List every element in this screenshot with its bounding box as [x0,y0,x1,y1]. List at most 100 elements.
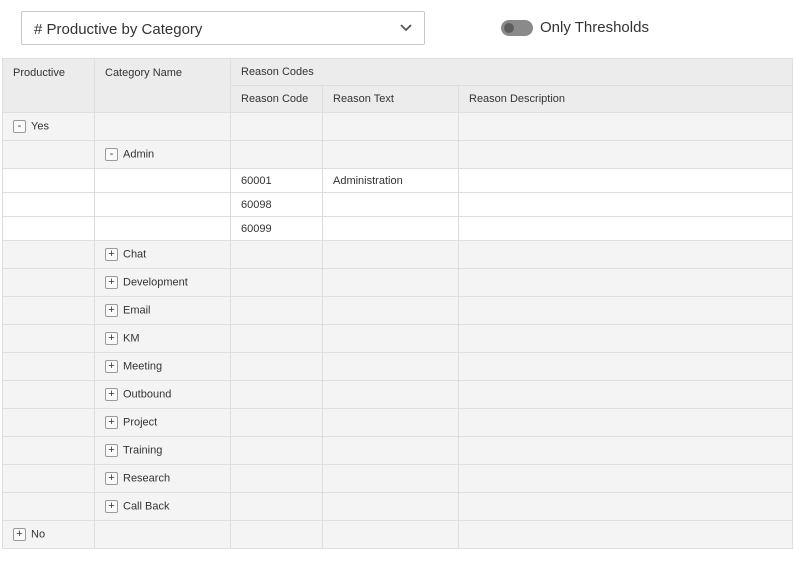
table-row[interactable]: 60099 [2,216,793,241]
empty-cell [458,352,793,381]
group-label: No [31,528,46,541]
expand-button[interactable]: + [105,416,118,429]
empty-cell [94,112,231,141]
table-row[interactable]: 60098 [2,192,793,217]
column-header-category-name[interactable]: Category Name [94,58,231,113]
category-cell: + Meeting [94,352,231,381]
expand-button[interactable]: + [13,528,26,541]
category-label: Development [123,276,188,289]
expand-button[interactable]: + [105,360,118,373]
empty-cell [230,520,323,549]
expand-button[interactable]: + [105,472,118,485]
only-thresholds-toggle[interactable] [501,20,533,36]
category-cell: + KM [94,324,231,353]
category-cell: + Call Back [94,492,231,521]
category-label: Admin [123,148,155,161]
expand-button[interactable]: + [105,500,118,513]
empty-cell [2,268,95,297]
expand-button[interactable]: + [105,304,118,317]
expand-button[interactable]: + [105,388,118,401]
category-label: Research [123,472,171,485]
chevron-down-icon [400,24,412,32]
empty-cell [230,436,323,465]
empty-cell [230,324,323,353]
expand-button[interactable]: + [105,276,118,289]
group-row-research: + Research [2,464,793,493]
productive-cell: + No [2,520,95,549]
empty-cell [94,192,231,217]
empty-cell [322,436,459,465]
collapse-button[interactable]: - [13,120,26,133]
column-header-reason-text[interactable]: Reason Text [322,85,459,113]
reason-code-cell: 60098 [230,192,323,217]
empty-cell [2,140,95,169]
category-cell: + Chat [94,240,231,269]
column-header-reason-description[interactable]: Reason Description [458,85,793,113]
report-type-select[interactable]: # Productive by Category [21,11,425,45]
empty-cell [322,240,459,269]
empty-cell [230,112,323,141]
empty-cell [2,296,95,325]
empty-cell [322,352,459,381]
empty-cell [458,324,793,353]
category-label: Training [123,444,163,457]
empty-cell [94,216,231,241]
category-label: KM [123,332,140,345]
collapse-button[interactable]: - [105,148,118,161]
empty-cell [322,492,459,521]
empty-cell [230,464,323,493]
expand-button[interactable]: + [105,332,118,345]
group-row-call-back: + Call Back [2,492,793,521]
column-group-reason-codes: Reason Codes [230,58,793,86]
expand-button[interactable]: + [105,248,118,261]
report-type-select-value: # Productive by Category [34,21,203,38]
empty-cell [230,140,323,169]
empty-cell [230,240,323,269]
group-row-yes: - Yes [2,112,793,141]
empty-cell [458,380,793,409]
empty-cell [322,324,459,353]
group-row-outbound: + Outbound [2,380,793,409]
expand-button[interactable]: + [105,444,118,457]
empty-cell [458,240,793,269]
empty-cell [322,464,459,493]
category-label: Call Back [123,500,170,513]
empty-cell [230,408,323,437]
category-label: Outbound [123,388,172,401]
column-header-productive[interactable]: Productive [2,58,95,113]
category-label: Chat [123,248,147,261]
empty-cell [2,168,95,193]
empty-cell [458,436,793,465]
category-cell: + Research [94,464,231,493]
reason-text-cell: Administration [322,168,459,193]
empty-cell [458,296,793,325]
empty-cell [2,240,95,269]
category-label: Project [123,416,158,429]
empty-cell [458,520,793,549]
reason-description-cell [458,168,793,193]
productive-category-grid: Productive Category Name Reason Codes Re… [2,58,793,549]
group-row-project: + Project [2,408,793,437]
empty-cell [2,492,95,521]
empty-cell [230,492,323,521]
category-label: Meeting [123,360,163,373]
reason-description-cell [458,192,793,217]
empty-cell [322,112,459,141]
empty-cell [458,464,793,493]
reason-code-cell: 60099 [230,216,323,241]
column-header-reason-code[interactable]: Reason Code [230,85,323,113]
empty-cell [2,324,95,353]
empty-cell [458,408,793,437]
table-row[interactable]: 60001 Administration [2,168,793,193]
empty-cell [2,408,95,437]
only-thresholds-label: Only Thresholds [540,19,649,36]
toggle-knob [504,23,514,33]
group-row-no: + No [2,520,793,549]
empty-cell [230,296,323,325]
category-label: Email [123,304,151,317]
empty-cell [230,268,323,297]
empty-cell [322,408,459,437]
group-label: Yes [31,120,49,133]
group-row-meeting: + Meeting [2,352,793,381]
empty-cell [2,464,95,493]
